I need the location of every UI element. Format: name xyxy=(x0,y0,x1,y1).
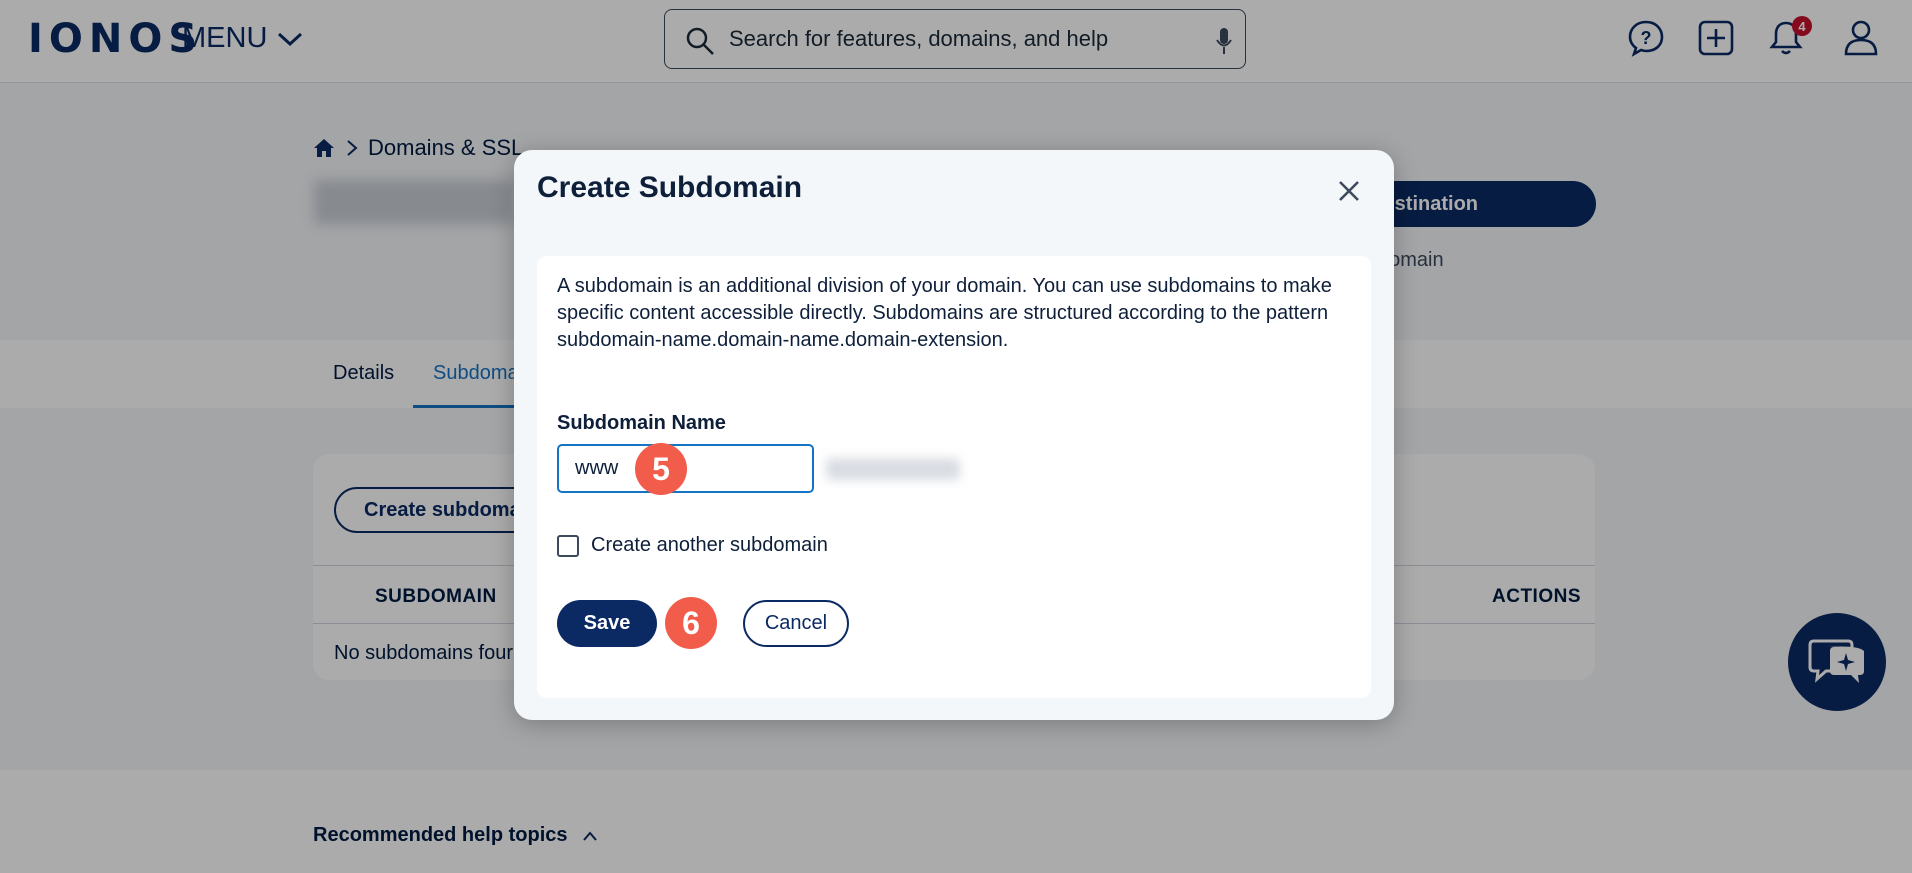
create-another-checkbox[interactable] xyxy=(557,535,579,557)
step-marker-5: 5 xyxy=(635,443,687,495)
create-another-label[interactable]: Create another subdomain xyxy=(591,534,828,557)
cancel-button[interactable]: Cancel xyxy=(743,600,849,647)
save-button[interactable]: Save xyxy=(557,600,657,647)
dialog-description: A subdomain is an additional division of… xyxy=(557,275,1332,351)
subdomain-name-label: Subdomain Name xyxy=(557,412,726,434)
close-icon[interactable] xyxy=(1334,176,1364,206)
domain-suffix-blurred xyxy=(826,458,960,480)
step-marker-6: 6 xyxy=(665,597,717,649)
dialog-title: Create Subdomain xyxy=(537,171,803,204)
